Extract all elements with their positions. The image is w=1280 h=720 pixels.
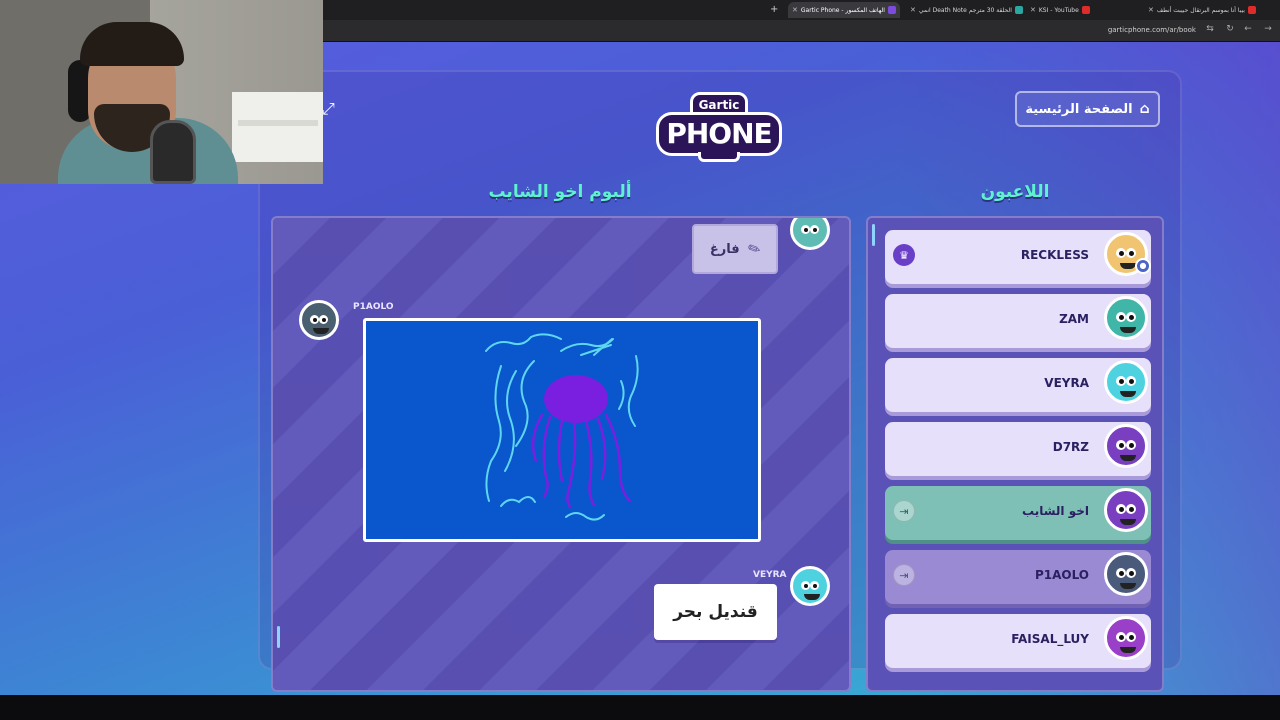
close-tab-icon[interactable]: ✕	[792, 6, 798, 14]
address-bar[interactable]: garticphone.com/ar/book	[1108, 26, 1196, 34]
close-tab-icon[interactable]: ✕	[1030, 6, 1036, 14]
home-icon: ⌂	[1139, 101, 1150, 117]
microphone-icon	[150, 120, 196, 184]
crown-icon: ♛	[893, 244, 915, 266]
pencil-icon: ✎	[744, 238, 764, 260]
youtube-favicon-icon	[1247, 6, 1256, 14]
guess-text: قنديل بحر	[673, 602, 758, 622]
player-avatar	[1104, 552, 1148, 596]
player-name: D7RZ	[1052, 440, 1089, 454]
player-avatar	[1104, 488, 1148, 532]
player-avatar	[1104, 296, 1148, 340]
player-avatar	[1104, 424, 1148, 468]
guess-card: قنديل بحر	[654, 584, 777, 640]
close-tab-icon[interactable]: ✕	[910, 6, 916, 14]
tab-youtube-2[interactable]: ✕ بيبا أنا بموسم البرتقال حبيبت أنطف	[1144, 2, 1262, 18]
forward-icon[interactable]: →	[1262, 24, 1274, 34]
new-tab-icon[interactable]: +	[770, 2, 778, 18]
avatar-veyra	[790, 566, 830, 606]
album-title: ألبوم اخو الشايب	[488, 182, 632, 202]
player-avatar	[1104, 616, 1148, 660]
garticphone-logo: Gartic PHONE	[654, 90, 784, 166]
player-row-p1aolo[interactable]: ⇥ P1AOLO	[885, 550, 1151, 604]
home-button[interactable]: الصفحة الرئيسية ⌂	[1015, 91, 1160, 127]
player-row-veyra[interactable]: VEYRA	[885, 358, 1151, 412]
exit-door-icon[interactable]: ⇥	[893, 500, 915, 522]
players-panel[interactable]: ♛ RECKLESS ● ZAM VEYRA D7RZ ⇥ اخو الشايب…	[866, 216, 1164, 692]
tab-label: انمي Death Note الحلقة 30 مترجم	[918, 6, 1012, 14]
webcam-shelf	[232, 92, 323, 162]
drawing-canvas	[366, 321, 758, 539]
reload-icon[interactable]: ↻	[1224, 24, 1236, 34]
webcam-overlay	[0, 0, 323, 184]
empty-card-label: فارغ	[709, 241, 740, 257]
tab-garticphone[interactable]: ✕ Gartic Phone - الهاتف المكسور	[788, 2, 900, 18]
garticphone-favicon-icon	[887, 6, 896, 14]
tab-youtube[interactable]: ✕ KSI - YouTube	[1026, 2, 1142, 18]
logo-base	[698, 152, 740, 162]
player-name: RECKLESS	[1020, 248, 1089, 262]
profile-icon: ●	[1135, 258, 1151, 274]
player-row-akhu-alshayeb[interactable]: ⇥ اخو الشايب	[885, 486, 1151, 540]
site-favicon-icon	[1014, 6, 1023, 14]
logo-main: PHONE	[656, 112, 782, 156]
youtube-favicon-icon	[1081, 6, 1090, 14]
tab-death-note[interactable]: ✕ انمي Death Note الحلقة 30 مترجم	[906, 2, 1024, 18]
player-avatar	[1104, 360, 1148, 404]
bottom-bar	[0, 695, 1280, 720]
exit-door-icon[interactable]: ⇥	[893, 564, 915, 586]
player-row-zam[interactable]: ZAM	[885, 294, 1151, 348]
player-row-faisal-luy[interactable]: FAISAL_LUY	[885, 614, 1151, 668]
album-scrollbar[interactable]	[277, 626, 280, 648]
player-name: P1AOLO	[1034, 568, 1089, 582]
expand-icon[interactable]: ⤢	[322, 99, 335, 119]
avatar	[790, 218, 830, 250]
empty-card: فارغ ✎	[692, 224, 778, 274]
avatar-p1aolo	[299, 300, 339, 340]
tab-label: بيبا أنا بموسم البرتقال حبيبت أنطف	[1156, 6, 1245, 14]
tab-label: KSI - YouTube	[1038, 6, 1079, 14]
webcam-shelf-edge	[238, 120, 318, 126]
player-name: اخو الشايب	[1021, 504, 1089, 518]
guess-author: VEYRA	[753, 570, 787, 580]
player-row-d7rz[interactable]: D7RZ	[885, 422, 1151, 476]
players-scrollbar[interactable]	[872, 224, 875, 246]
close-tab-icon[interactable]: ✕	[1148, 6, 1154, 14]
player-name: ZAM	[1059, 312, 1089, 326]
tab-label: Gartic Phone - الهاتف المكسور	[800, 6, 885, 14]
home-button-label: الصفحة الرئيسية	[1025, 101, 1133, 117]
album-panel[interactable]: فارغ ✎ P1AOLO VEYRA قنديل بحر	[271, 216, 851, 692]
players-title: اللاعبون	[980, 182, 1050, 202]
back-icon[interactable]: ←	[1242, 24, 1254, 34]
jellyfish-drawing	[485, 333, 639, 521]
webcam-person-hair	[80, 22, 184, 66]
player-row-reckless[interactable]: ♛ RECKLESS ●	[885, 230, 1151, 284]
site-settings-icon[interactable]: ⇆	[1204, 24, 1216, 34]
player-name: FAISAL_LUY	[1011, 632, 1089, 646]
drawing-card	[363, 318, 761, 542]
player-name: VEYRA	[1044, 376, 1089, 390]
drawing-author: P1AOLO	[353, 302, 394, 312]
